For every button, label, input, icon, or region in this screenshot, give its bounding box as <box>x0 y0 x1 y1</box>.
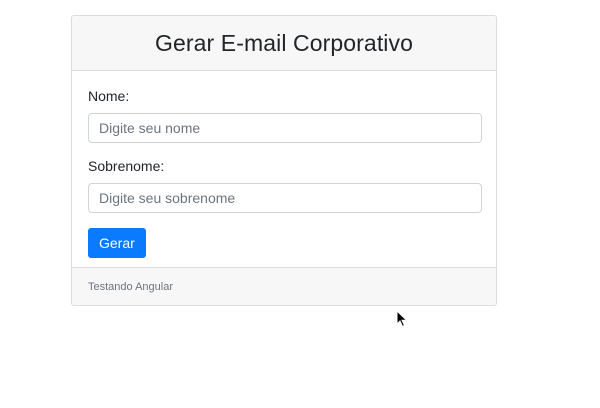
page-title: Gerar E-mail Corporativo <box>154 29 414 56</box>
nome-form-group: Nome: <box>88 88 482 143</box>
email-generator-card: Gerar E-mail Corporativo Nome: Sobrenome… <box>71 15 497 306</box>
card-footer: Testando Angular <box>72 267 496 305</box>
footer-text: Testando Angular <box>88 280 174 293</box>
page: Gerar E-mail Corporativo Nome: Sobrenome… <box>0 0 600 408</box>
gerar-button[interactable]: Gerar <box>88 228 146 258</box>
card-header: Gerar E-mail Corporativo <box>72 16 496 71</box>
mouse-pointer-icon <box>396 310 408 328</box>
card-body: Nome: Sobrenome: Gerar <box>72 71 496 269</box>
sobrenome-label: Sobrenome: <box>88 158 165 174</box>
sobrenome-input[interactable] <box>88 183 482 213</box>
sobrenome-form-group: Sobrenome: <box>88 158 482 213</box>
nome-label: Nome: <box>88 88 130 104</box>
nome-input[interactable] <box>88 113 482 143</box>
